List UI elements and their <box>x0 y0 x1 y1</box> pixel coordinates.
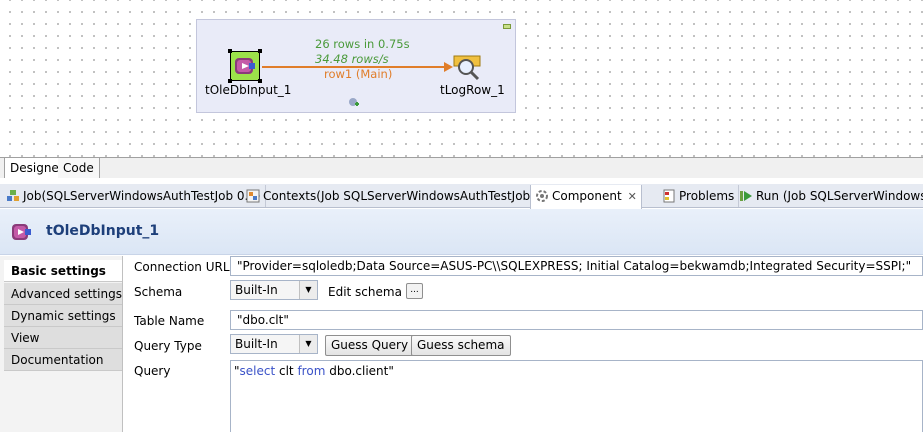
tab-run[interactable]: Run (Job SQLServerWindowsAu <box>735 185 923 207</box>
selection-handle[interactable] <box>228 49 232 53</box>
table-name-label: Table Name <box>134 314 205 328</box>
chevron-down-icon: ▼ <box>299 335 317 353</box>
tab-job[interactable]: Job(SQLServerWindowsAuthTestJob 0.1) <box>2 185 266 207</box>
tab-problems-label: Problems <box>679 189 735 203</box>
link-rows-stat: 26 rows in 0.75s <box>315 37 410 51</box>
nav-documentation[interactable]: Documentation <box>4 349 122 371</box>
schema-select-value: Built-In <box>235 283 278 297</box>
chevron-down-icon: ▼ <box>299 281 317 299</box>
tab-job-label: Job(SQLServerWindowsAuthTestJob 0.1) <box>23 189 261 203</box>
component-icon <box>535 189 549 203</box>
basic-settings-form: Connection URL "Provider=sqloledb;Data S… <box>124 256 923 432</box>
settings-nav: Basic settings Advanced settings Dynamic… <box>0 256 123 432</box>
component-title: tOleDbInput_1 <box>46 223 160 239</box>
connection-url-field[interactable]: "Provider=sqloledb;Data Source=ASUS-PC\\… <box>230 256 923 276</box>
nav-view[interactable]: View <box>4 327 122 349</box>
table-name-field[interactable]: "dbo.clt" <box>230 310 923 330</box>
tab-contexts-label: Contexts(Job SQLServerWindowsAuthTestJob… <box>263 189 558 203</box>
editor-tab-bar: Designer Code <box>0 157 923 178</box>
guess-query-button[interactable]: Guess Query <box>325 335 415 356</box>
tab-run-label: Run (Job SQLServerWindowsAu <box>756 189 923 203</box>
tab-component-label: Component <box>552 189 622 203</box>
problems-icon <box>662 189 676 203</box>
run-icon <box>739 189 753 203</box>
edit-schema-button[interactable]: ... <box>406 283 423 299</box>
nav-advanced-settings[interactable]: Advanced settings <box>4 283 122 305</box>
guess-schema-button[interactable]: Guess schema <box>411 335 511 356</box>
link-rate-stat: 34.48 rows/s <box>315 52 389 66</box>
query-type-label: Query Type <box>134 339 202 353</box>
database-input-icon <box>235 58 255 74</box>
query-keyword: from <box>297 364 326 378</box>
nav-dynamic-settings[interactable]: Dynamic settings <box>4 305 122 327</box>
query-keyword: select <box>239 364 276 378</box>
schema-select[interactable]: Built-In ▼ <box>230 280 318 300</box>
tab-problems[interactable]: Problems <box>658 185 740 207</box>
subjob-collapse-icon[interactable] <box>503 24 511 29</box>
log-row-icon <box>453 55 481 81</box>
add-component-icon[interactable] <box>348 97 360 109</box>
edit-schema-label: Edit schema <box>328 285 402 299</box>
database-input-icon <box>10 221 32 243</box>
schema-label: Schema <box>134 285 183 299</box>
input-component-label[interactable]: tOleDbInput_1 <box>205 83 291 97</box>
query-type-select-value: Built-In <box>235 337 278 351</box>
toledbinput-component-icon[interactable] <box>228 49 262 83</box>
component-header: tOleDbInput_1 <box>0 209 923 255</box>
tab-contexts[interactable]: Contexts(Job SQLServerWindowsAuthTestJob… <box>242 185 563 207</box>
close-icon[interactable]: ✕ <box>628 190 637 203</box>
query-table: dbo.client" <box>325 364 394 378</box>
query-label: Query <box>134 364 171 378</box>
log-component-label[interactable]: tLogRow_1 <box>440 83 505 97</box>
query-editor[interactable]: "select clt from dbo.client" <box>230 360 923 432</box>
link-name-label[interactable]: row1 (Main) <box>324 67 392 81</box>
tlogrow-component-icon[interactable] <box>452 53 482 81</box>
query-type-select[interactable]: Built-In ▼ <box>230 334 318 354</box>
tab-component[interactable]: Component ✕ <box>530 185 642 209</box>
job-icon <box>6 189 20 203</box>
view-tab-bar: Job(SQLServerWindowsAuthTestJob 0.1) Con… <box>0 184 923 209</box>
connection-url-label: Connection URL <box>134 260 230 274</box>
nav-basic-settings[interactable]: Basic settings <box>4 260 122 282</box>
selection-handle[interactable] <box>258 49 262 53</box>
contexts-icon <box>246 189 260 203</box>
tab-code[interactable]: Code <box>58 158 100 178</box>
designer-canvas[interactable]: tOleDbInput_1 26 rows in 0.75s 34.48 row… <box>0 0 923 157</box>
query-column: clt <box>275 364 298 378</box>
